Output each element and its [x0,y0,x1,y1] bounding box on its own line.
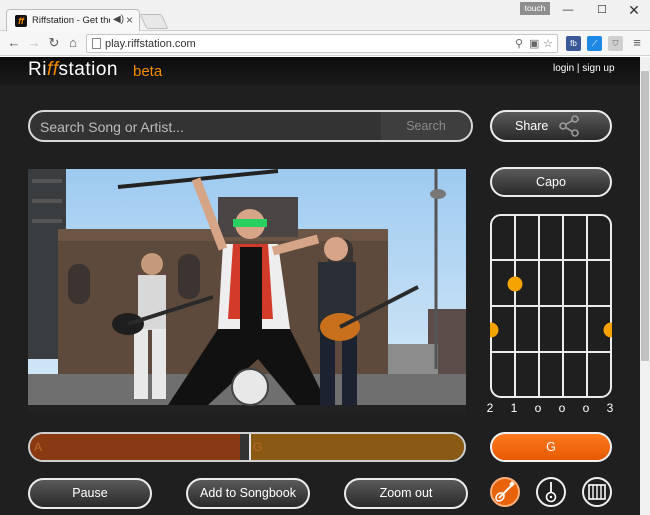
timeline-segment-a[interactable]: A [30,434,240,460]
bookmark-star-icon[interactable]: ☆ [543,37,553,50]
home-icon[interactable]: ⌂ [65,35,81,51]
video-player[interactable] [28,169,466,413]
fret-label: 2 [486,401,494,415]
finger-dot [603,322,612,338]
auth-links: login | sign up [553,63,615,74]
piano-mode-icon[interactable] [582,477,612,507]
riffstation-favicon-icon: ff [15,15,27,27]
search-bar: Search [28,110,473,142]
tab-close-icon[interactable]: × [126,13,133,27]
playhead[interactable] [249,434,251,460]
fret-label: 1 [510,401,518,415]
forward-icon[interactable]: → [26,35,42,51]
reload-icon[interactable]: ↻ [46,35,62,51]
zoom-icon[interactable]: ⚲ [515,37,523,50]
login-link[interactable]: login [553,63,574,74]
current-chord-button[interactable]: G [490,432,612,462]
site-header: Riffstation beta login | sign up [0,57,640,85]
share-button[interactable]: Share [490,110,612,142]
add-to-songbook-button[interactable]: Add to Songbook [186,478,310,509]
browser-titlebar: ff Riffstation - Get the c ◀) × touch — … [0,0,650,32]
video-frame [28,169,466,413]
audio-playing-icon[interactable]: ◀) [113,14,124,25]
new-tab-button[interactable] [139,14,169,29]
scrollbar-thumb[interactable] [641,71,649,361]
tab-title: Riffstation - Get the c [32,15,110,26]
search-button[interactable]: Search [381,112,471,140]
url-text: play.riffstation.com [105,38,196,50]
finger-dot [507,276,523,292]
chord-fretboard-diagram [490,214,612,398]
close-window-icon[interactable]: ✕ [620,2,648,18]
back-icon[interactable]: ← [6,35,22,51]
timeline-segment-g[interactable]: G [249,434,464,460]
minimize-icon[interactable]: — [554,2,582,18]
facebook-extension-icon[interactable]: fb [566,36,581,51]
fret-labels: 2 1 o o o 3 [486,401,616,415]
fret-label: 3 [606,401,614,415]
pause-button[interactable]: Pause [28,478,152,509]
translate-icon[interactable]: ▣ [529,37,539,50]
chart-extension-icon[interactable]: ⟋ [587,36,602,51]
fret-label: o [558,401,566,415]
address-bar[interactable]: play.riffstation.com ⚲ ▣ ☆ [86,34,558,53]
profile-button[interactable]: touch [520,2,550,15]
capo-button[interactable]: Capo [490,167,612,197]
fret-label: o [582,401,590,415]
shield-extension-icon[interactable]: ⛉ [608,36,623,51]
page-scrollbar[interactable] [640,57,650,515]
riffstation-page: Riffstation beta login | sign up Search … [0,57,650,515]
maximize-icon[interactable]: ☐ [588,2,616,18]
browser-tab[interactable]: ff Riffstation - Get the c ◀) × [6,9,140,32]
beta-label: beta [133,63,163,80]
menu-icon[interactable]: ≡ [629,35,645,51]
page-icon [92,38,101,49]
search-input[interactable] [40,119,380,135]
fret-label: o [534,401,542,415]
finger-dot [490,322,499,338]
browser-toolbar: ← → ↻ ⌂ play.riffstation.com ⚲ ▣ ☆ fb ⟋ … [0,31,650,56]
guitar-mode-icon[interactable] [490,477,520,507]
signup-link[interactable]: sign up [582,63,614,74]
riffstation-logo[interactable]: Riffstation [28,59,118,81]
chord-timeline[interactable]: A G [28,432,466,462]
ukulele-mode-icon[interactable] [536,477,566,507]
zoom-out-button[interactable]: Zoom out [344,478,468,509]
share-icon [559,115,579,137]
